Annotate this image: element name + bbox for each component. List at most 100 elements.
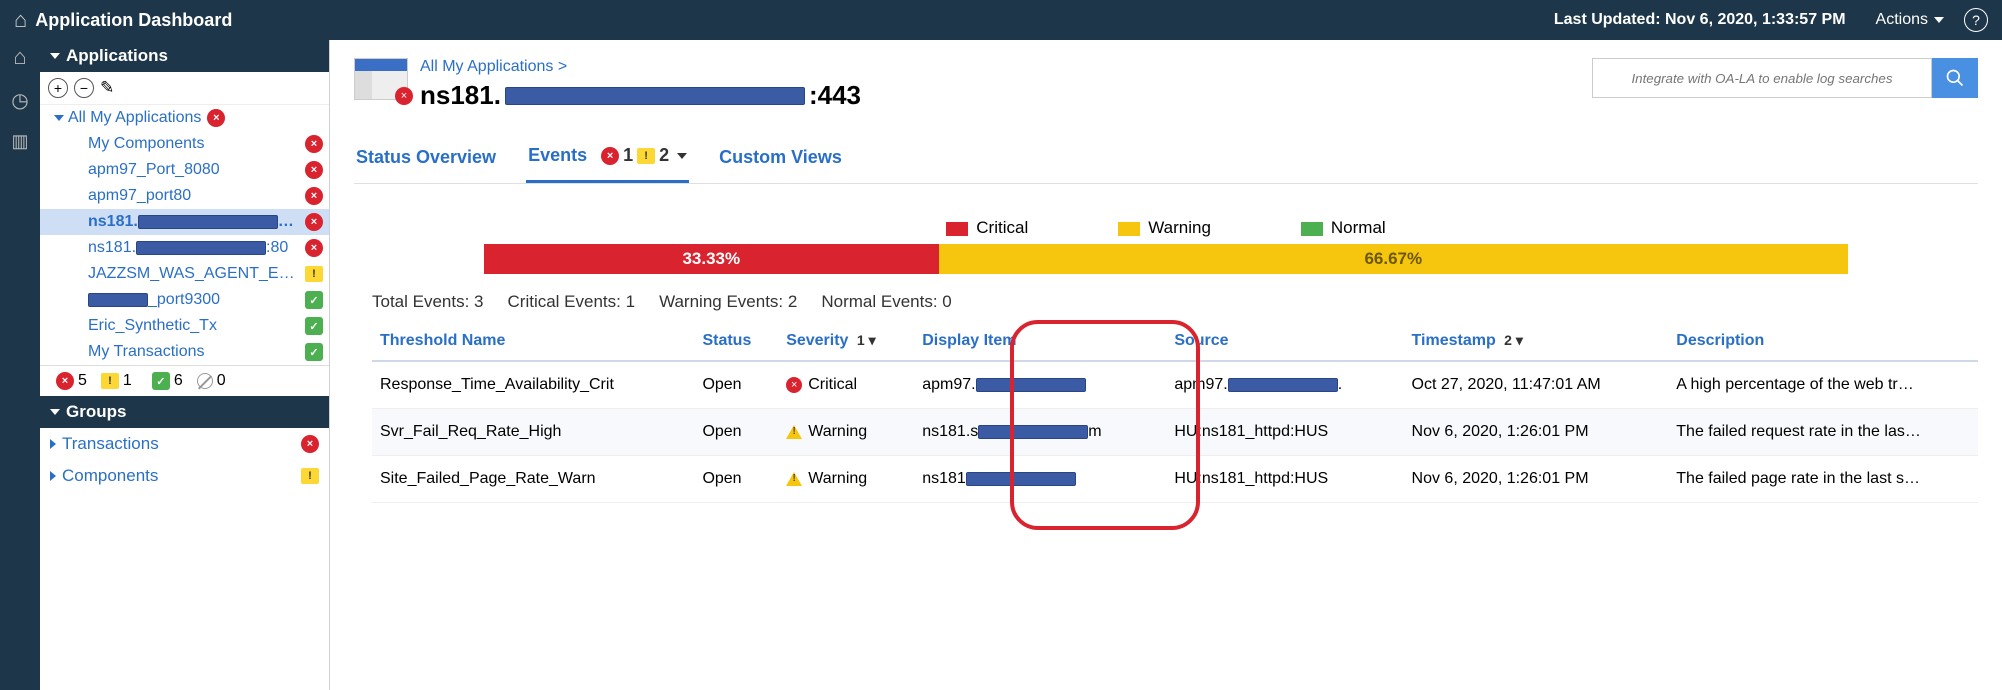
status-warning-icon xyxy=(301,468,319,484)
cell-description: A high percentage of the web tr… xyxy=(1668,361,1978,409)
group-components[interactable]: Components xyxy=(40,460,329,492)
chevron-down-icon xyxy=(54,115,64,121)
sidebar-item-label: JAZZSM_WAS_AGENT_EMTCR311 xyxy=(40,265,305,283)
cell-timestamp: Oct 27, 2020, 11:47:01 AM xyxy=(1404,361,1669,409)
redacted-text xyxy=(505,87,805,105)
home-icon[interactable]: ⌂ xyxy=(14,7,27,33)
cell-timestamp: Nov 6, 2020, 1:26:01 PM xyxy=(1404,409,1669,456)
sidebar-item-label: Eric_Synthetic_Tx xyxy=(40,317,299,335)
tab-status-overview[interactable]: Status Overview xyxy=(354,135,498,182)
edit-icon[interactable]: ✎ xyxy=(100,78,114,98)
cell-display-item: ns181.sm xyxy=(914,409,1166,456)
help-icon[interactable]: ? xyxy=(1964,8,1988,32)
sidebar-item[interactable]: JAZZSM_WAS_AGENT_EMTCR311 xyxy=(40,261,329,287)
cell-source: HU:ns181_httpd:HUS xyxy=(1166,409,1403,456)
table-row[interactable]: Site_Failed_Page_Rate_WarnOpen Warningns… xyxy=(372,456,1978,503)
main-content: × All My Applications > ns181. :443 xyxy=(330,40,2002,690)
log-search-input[interactable] xyxy=(1592,58,1932,98)
table-row[interactable]: Response_Time_Availability_CritOpen× Cri… xyxy=(372,361,1978,409)
sidebar-item-label: My Transactions xyxy=(40,343,299,361)
cell-source: HU:ns181_httpd:HUS xyxy=(1166,456,1403,503)
status-critical-icon xyxy=(301,435,319,453)
col-source[interactable]: Source xyxy=(1166,322,1403,361)
top-bar: ⌂ Application Dashboard Last Updated: No… xyxy=(0,0,2002,40)
table-row[interactable]: Svr_Fail_Req_Rate_HighOpen Warningns181.… xyxy=(372,409,1978,456)
sidebar-item[interactable]: apm97_Port_8080 xyxy=(40,157,329,183)
group-transactions[interactable]: Transactions xyxy=(40,428,329,460)
status-critical-icon: × xyxy=(395,87,413,105)
search-button[interactable] xyxy=(1932,58,1978,98)
cell-status: Open xyxy=(694,456,778,503)
sidebar-item-label: apm97_Port_8080 xyxy=(40,161,299,179)
cell-source: apm97.. xyxy=(1166,361,1403,409)
sidebar-item[interactable]: ns181.:80 xyxy=(40,235,329,261)
col-display-item[interactable]: Display Item xyxy=(914,322,1166,361)
app-tree: All My Applications My Components apm97_P… xyxy=(40,105,329,365)
app-icon: × xyxy=(354,58,408,100)
col-timestamp[interactable]: Timestamp 2 ▾ xyxy=(1404,322,1669,361)
gauge-rail-icon[interactable]: ◷ xyxy=(11,88,28,113)
sidebar-item[interactable]: Eric_Synthetic_Tx xyxy=(40,313,329,339)
cell-threshold: Svr_Fail_Req_Rate_High xyxy=(372,409,694,456)
severity-legend: Critical Warning Normal xyxy=(354,218,1978,238)
sidebar-section-applications[interactable]: Applications xyxy=(40,40,329,72)
cell-status: Open xyxy=(694,361,778,409)
status-warning-icon xyxy=(637,148,655,164)
home-rail-icon[interactable]: ⌂ xyxy=(13,44,26,70)
status-critical-icon: × xyxy=(786,377,802,393)
chevron-down-icon xyxy=(677,153,687,159)
status-critical-icon xyxy=(305,187,323,205)
page-title: Application Dashboard xyxy=(35,10,232,31)
sidebar-item[interactable]: ns181.… xyxy=(40,209,329,235)
sidebar-item-label: _port9300 xyxy=(40,291,299,309)
sidebar-item[interactable]: _port9300 xyxy=(40,287,329,313)
tab-events[interactable]: Events 1 2 xyxy=(526,133,689,183)
chevron-right-icon xyxy=(50,471,56,481)
col-status[interactable]: Status xyxy=(694,322,778,361)
event-counters: Total Events: 3 Critical Events: 1 Warni… xyxy=(372,292,1960,312)
sidebar-item[interactable]: My Transactions xyxy=(40,339,329,365)
cell-status: Open xyxy=(694,409,778,456)
col-threshold[interactable]: Threshold Name xyxy=(372,322,694,361)
status-normal-icon xyxy=(305,317,323,335)
col-severity[interactable]: Severity 1 ▾ xyxy=(778,322,914,361)
status-critical-icon xyxy=(305,161,323,179)
actions-menu[interactable]: Actions xyxy=(1876,11,1944,29)
app-title: ns181. :443 xyxy=(420,80,861,111)
tab-custom-views[interactable]: Custom Views xyxy=(717,135,844,182)
breadcrumb[interactable]: All My Applications > xyxy=(420,58,567,75)
cell-severity: Warning xyxy=(778,409,914,456)
nav-rail: ⌂ ◷ ▥ xyxy=(0,40,40,690)
sidebar-item[interactable]: My Components xyxy=(40,131,329,157)
grid-rail-icon[interactable]: ▥ xyxy=(11,131,28,152)
status-critical-icon xyxy=(305,213,323,231)
sidebar-section-groups[interactable]: Groups xyxy=(40,396,329,428)
events-table: Threshold Name Status Severity 1 ▾ Displ… xyxy=(372,322,1978,503)
redacted-text xyxy=(136,241,266,255)
remove-button[interactable]: − xyxy=(74,78,94,98)
col-description[interactable]: Description xyxy=(1668,322,1978,361)
sidebar-item-label: ns181.… xyxy=(40,213,299,231)
chevron-right-icon xyxy=(50,439,56,449)
tree-root[interactable]: All My Applications xyxy=(40,105,329,131)
redacted-text xyxy=(976,378,1086,392)
status-critical-icon xyxy=(305,135,323,153)
sidebar-item-label: apm97_port80 xyxy=(40,187,299,205)
sidebar: Applications + − ✎ All My Applications M… xyxy=(40,40,330,690)
status-unknown-icon xyxy=(193,370,216,393)
redacted-text xyxy=(966,472,1076,486)
redacted-text xyxy=(88,293,148,307)
status-warning-icon xyxy=(786,425,802,439)
add-button[interactable]: + xyxy=(48,78,68,98)
cell-severity: Warning xyxy=(778,456,914,503)
redacted-text xyxy=(138,215,278,229)
status-normal-icon xyxy=(305,291,323,309)
sidebar-item[interactable]: apm97_port80 xyxy=(40,183,329,209)
chevron-down-icon xyxy=(1934,17,1944,23)
status-critical-icon xyxy=(601,147,619,165)
severity-bar: 33.33% 66.67% xyxy=(484,244,1848,274)
tabs: Status Overview Events 1 2 Custom Views xyxy=(354,133,1978,184)
redacted-text xyxy=(1228,378,1338,392)
status-critical-icon xyxy=(207,109,225,127)
sidebar-item-label: ns181.:80 xyxy=(40,239,299,257)
